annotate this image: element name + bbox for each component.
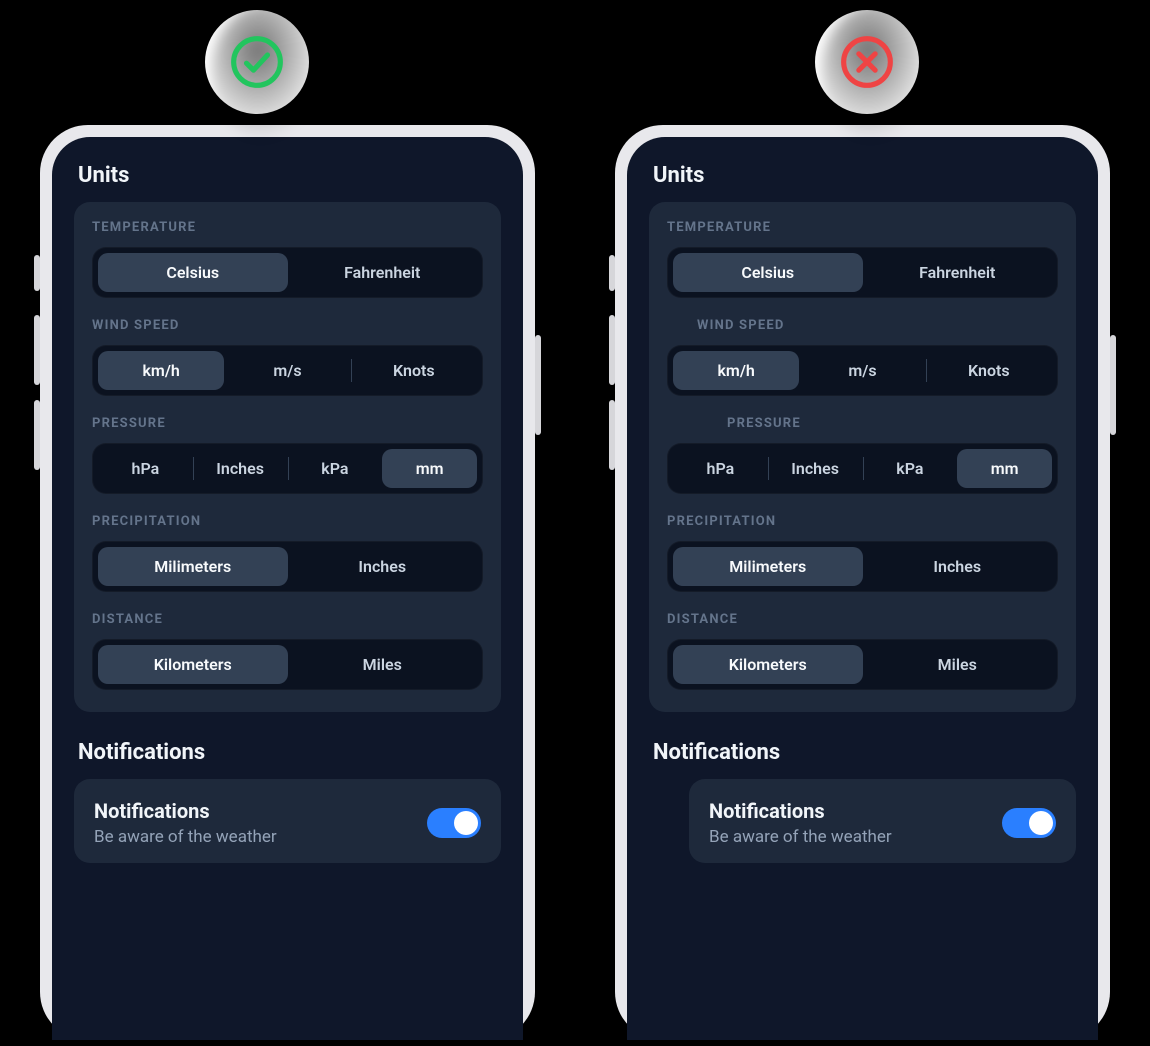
group-label-pressure: PRESSURE xyxy=(667,416,1058,431)
notifications-section: Notifications Notifications Be aware of … xyxy=(74,740,501,863)
group-label-precipitation: PRECIPITATION xyxy=(92,514,483,529)
opt-temperature-celsius[interactable]: Celsius xyxy=(98,253,288,292)
phone-side-button xyxy=(609,315,615,385)
opt-precip-in[interactable]: Inches xyxy=(288,547,478,586)
phone-side-button xyxy=(535,335,541,435)
notifications-toggle[interactable] xyxy=(1002,808,1056,838)
toggle-knob xyxy=(454,811,478,835)
group-wind-speed: WIND SPEED km/h m/s Knots xyxy=(667,318,1058,396)
opt-temperature-fahrenheit[interactable]: Fahrenheit xyxy=(863,253,1053,292)
opt-pressure-inches[interactable]: Inches xyxy=(768,449,863,488)
segment-pressure: hPa Inches kPa mm xyxy=(667,443,1058,494)
phone-side-button xyxy=(609,400,615,470)
notifications-card: Notifications Be aware of the weather xyxy=(689,779,1076,863)
notifications-row-subtitle: Be aware of the weather xyxy=(94,827,411,847)
opt-precip-in[interactable]: Inches xyxy=(863,547,1053,586)
notifications-section: Notifications Notifications Be aware of … xyxy=(649,740,1076,863)
opt-distance-mi[interactable]: Miles xyxy=(863,645,1053,684)
group-pressure: PRESSURE hPa Inches kPa mm xyxy=(92,416,483,494)
group-distance: DISTANCE Kilometers Miles xyxy=(667,612,1058,690)
group-distance: DISTANCE Kilometers Miles xyxy=(92,612,483,690)
segment-temperature: Celsius Fahrenheit xyxy=(92,247,483,298)
opt-pressure-hpa[interactable]: hPa xyxy=(98,449,193,488)
opt-pressure-mm[interactable]: mm xyxy=(957,449,1052,488)
group-temperature: TEMPERATURE Celsius Fahrenheit xyxy=(92,220,483,298)
toggle-knob xyxy=(1029,811,1053,835)
group-label-temperature: TEMPERATURE xyxy=(92,220,483,235)
notifications-text: Notifications Be aware of the weather xyxy=(709,799,986,847)
segment-wind-speed: km/h m/s Knots xyxy=(667,345,1058,396)
group-pressure: PRESSURE hPa Inches kPa mm xyxy=(667,416,1058,494)
opt-pressure-kpa[interactable]: kPa xyxy=(863,449,958,488)
notifications-row-title: Notifications xyxy=(709,799,986,823)
group-precipitation: PRECIPITATION Milimeters Inches xyxy=(92,514,483,592)
phone-side-button xyxy=(609,255,615,291)
segment-distance: Kilometers Miles xyxy=(667,639,1058,690)
notifications-card: Notifications Be aware of the weather xyxy=(74,779,501,863)
notifications-heading: Notifications xyxy=(653,740,1072,765)
opt-precip-mm[interactable]: Milimeters xyxy=(673,547,863,586)
bad-example-badge xyxy=(815,10,919,114)
group-precipitation: PRECIPITATION Milimeters Inches xyxy=(667,514,1058,592)
segment-distance: Kilometers Miles xyxy=(92,639,483,690)
phone-screen: Units TEMPERATURE Celsius Fahrenheit WIN… xyxy=(52,137,523,1040)
opt-pressure-mm[interactable]: mm xyxy=(382,449,477,488)
opt-wind-knots[interactable]: Knots xyxy=(351,351,477,390)
good-example-badge xyxy=(205,10,309,114)
opt-precip-mm[interactable]: Milimeters xyxy=(98,547,288,586)
opt-wind-kmh[interactable]: km/h xyxy=(673,351,799,390)
opt-distance-mi[interactable]: Miles xyxy=(288,645,478,684)
phone-side-button xyxy=(34,255,40,291)
group-label-wind-speed: WIND SPEED xyxy=(667,318,1058,333)
segment-pressure: hPa Inches kPa mm xyxy=(92,443,483,494)
opt-temperature-fahrenheit[interactable]: Fahrenheit xyxy=(288,253,478,292)
units-card: TEMPERATURE Celsius Fahrenheit WIND SPEE… xyxy=(74,202,501,712)
phone-side-button xyxy=(1110,335,1116,435)
notifications-row-subtitle: Be aware of the weather xyxy=(709,827,986,847)
segment-temperature: Celsius Fahrenheit xyxy=(667,247,1058,298)
check-circle-icon xyxy=(229,34,285,90)
notifications-row-title: Notifications xyxy=(94,799,411,823)
opt-wind-ms[interactable]: m/s xyxy=(224,351,350,390)
group-label-temperature: TEMPERATURE xyxy=(667,220,1058,235)
group-label-distance: DISTANCE xyxy=(667,612,1058,627)
phone-screen: Units TEMPERATURE Celsius Fahrenheit WIN… xyxy=(627,137,1098,1040)
opt-wind-knots[interactable]: Knots xyxy=(926,351,1052,390)
group-label-distance: DISTANCE xyxy=(92,612,483,627)
group-label-wind-speed: WIND SPEED xyxy=(92,318,483,333)
units-heading: Units xyxy=(653,163,1072,188)
x-circle-icon xyxy=(839,34,895,90)
opt-wind-kmh[interactable]: km/h xyxy=(98,351,224,390)
segment-wind-speed: km/h m/s Knots xyxy=(92,345,483,396)
opt-pressure-hpa[interactable]: hPa xyxy=(673,449,768,488)
units-card: TEMPERATURE Celsius Fahrenheit WIND SPEE… xyxy=(649,202,1076,712)
phone-side-button xyxy=(34,400,40,470)
opt-wind-ms[interactable]: m/s xyxy=(799,351,925,390)
notifications-text: Notifications Be aware of the weather xyxy=(94,799,411,847)
units-heading: Units xyxy=(78,163,497,188)
opt-distance-km[interactable]: Kilometers xyxy=(98,645,288,684)
segment-precipitation: Milimeters Inches xyxy=(92,541,483,592)
group-label-precipitation: PRECIPITATION xyxy=(667,514,1058,529)
group-wind-speed: WIND SPEED km/h m/s Knots xyxy=(92,318,483,396)
group-temperature: TEMPERATURE Celsius Fahrenheit xyxy=(667,220,1058,298)
opt-pressure-kpa[interactable]: kPa xyxy=(288,449,383,488)
opt-temperature-celsius[interactable]: Celsius xyxy=(673,253,863,292)
segment-precipitation: Milimeters Inches xyxy=(667,541,1058,592)
group-label-pressure: PRESSURE xyxy=(92,416,483,431)
opt-pressure-inches[interactable]: Inches xyxy=(193,449,288,488)
notifications-heading: Notifications xyxy=(78,740,497,765)
notifications-toggle[interactable] xyxy=(427,808,481,838)
phone-frame-bad: Units TEMPERATURE Celsius Fahrenheit WIN… xyxy=(615,125,1110,1040)
phone-frame-good: Units TEMPERATURE Celsius Fahrenheit WIN… xyxy=(40,125,535,1040)
phone-side-button xyxy=(34,315,40,385)
opt-distance-km[interactable]: Kilometers xyxy=(673,645,863,684)
